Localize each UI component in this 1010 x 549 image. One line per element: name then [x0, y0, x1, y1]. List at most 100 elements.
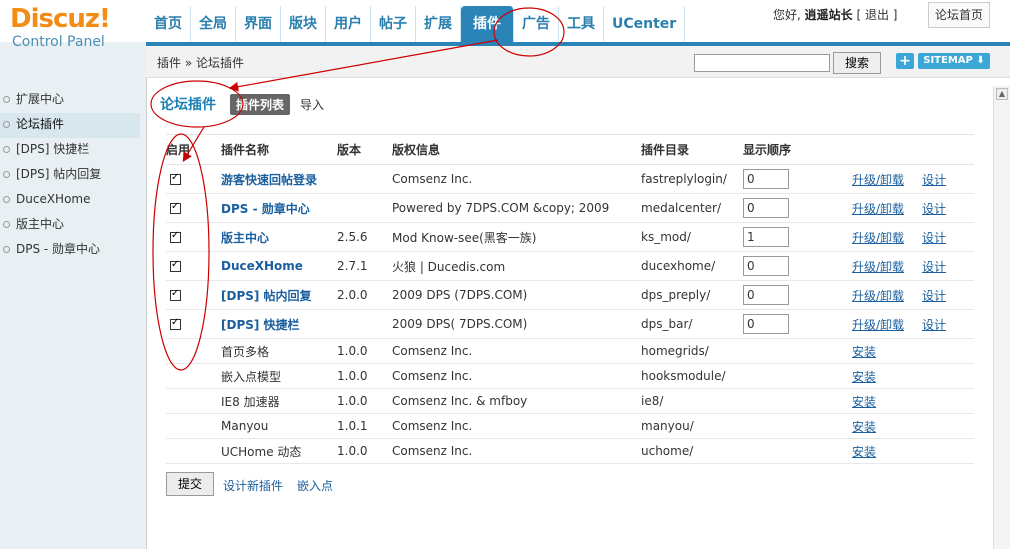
upgrade-uninstall-link[interactable]: 升级/卸载	[852, 231, 904, 245]
plugin-version	[337, 164, 392, 194]
plugin-version: 1.0.0	[337, 338, 392, 364]
upgrade-uninstall-link[interactable]: 升级/卸载	[852, 318, 904, 332]
plugin-name: IE8 加速器	[221, 388, 337, 414]
enable-checkbox[interactable]	[170, 259, 181, 272]
display-order-input[interactable]: 0	[743, 314, 789, 334]
search-button[interactable]: 搜索	[833, 52, 881, 74]
upgrade-uninstall-link[interactable]: 升级/卸载	[852, 173, 904, 187]
enable-checkbox[interactable]	[170, 288, 181, 301]
enable-checkbox[interactable]	[170, 317, 181, 330]
breadcrumb: 插件 » 论坛插件	[157, 56, 244, 70]
sidebar-item[interactable]: 论坛插件	[0, 113, 140, 138]
tab-import[interactable]: 导入	[300, 96, 324, 113]
nav-tab[interactable]: 版块	[281, 6, 326, 42]
scroll-up-icon[interactable]: ▲	[996, 88, 1008, 100]
action-cell: 安装	[852, 413, 922, 439]
tab-plugin-list[interactable]: 插件列表	[230, 93, 291, 115]
action-cell: 升级/卸载	[852, 164, 922, 194]
table-row: [DPS] 帖内回复2.0.02009 DPS (7DPS.COM)dps_pr…	[166, 280, 974, 310]
design-link[interactable]: 设计	[922, 318, 946, 332]
embed-point-link[interactable]: 嵌入点	[297, 477, 333, 494]
design-new-plugin-link[interactable]: 设计新插件	[223, 477, 283, 494]
logout-link[interactable]: [ 退出 ]	[857, 8, 898, 22]
enable-cell	[166, 222, 221, 252]
add-shortcut-button[interactable]: +	[896, 53, 914, 69]
sidebar-item[interactable]: DuceXHome	[0, 188, 140, 213]
enable-cell	[166, 251, 221, 281]
table-row: 版主中心2.5.6Mod Know-see(黑客一族)ks_mod/1 升级/卸载…	[166, 222, 974, 252]
sidebar: 扩展中心 论坛插件 [DPS] 快捷栏 [DPS] 帖内回复 DuceXHome 版主中心…	[0, 88, 140, 263]
design-link[interactable]: 设计	[922, 231, 946, 245]
logo[interactable]: Discuz! Control Panel	[10, 4, 140, 60]
search-input[interactable]	[694, 54, 830, 72]
plugin-copyright: Mod Know-see(黑客一族)	[392, 222, 641, 252]
plugin-name[interactable]: 游客快速回帖登录	[221, 164, 337, 194]
control-panel: Discuz! Control Panel 首页 全局 界面 版块 用户 帖子 扩展 插件 广告…	[0, 0, 1010, 549]
plugin-version: 1.0.0	[337, 438, 392, 464]
action-cell: 升级/卸载	[852, 309, 922, 339]
install-link[interactable]: 安装	[852, 395, 876, 409]
nav-tab[interactable]: 界面	[236, 6, 281, 42]
plugin-name[interactable]: [DPS] 快捷栏	[221, 309, 337, 339]
plugin-version: 2.0.0	[337, 280, 392, 310]
install-link[interactable]: 安装	[852, 345, 876, 359]
install-link[interactable]: 安装	[852, 445, 876, 459]
col-dir: 插件目录	[641, 134, 743, 165]
sidebar-item[interactable]: DPS - 勋章中心	[0, 238, 140, 263]
display-order-input[interactable]: 0	[743, 198, 789, 218]
plugin-version: 2.5.6	[337, 222, 392, 252]
enable-checkbox[interactable]	[170, 172, 181, 185]
nav-tab[interactable]: 广告	[514, 6, 559, 42]
sidebar-item[interactable]: [DPS] 快捷栏	[0, 138, 140, 163]
nav-tab[interactable]: UCenter	[604, 6, 686, 42]
plugin-dir: ducexhome/	[641, 251, 743, 281]
upgrade-uninstall-link[interactable]: 升级/卸载	[852, 289, 904, 303]
order-cell: 0	[743, 309, 852, 339]
sitemap-button[interactable]: SITEMAP ⬇	[918, 53, 990, 69]
upgrade-uninstall-link[interactable]: 升级/卸载	[852, 260, 904, 274]
display-order-input[interactable]: 0	[743, 169, 789, 189]
design-link[interactable]: 设计	[922, 202, 946, 216]
plugin-version: 1.0.1	[337, 413, 392, 439]
main-nav: 首页 全局 界面 版块 用户 帖子 扩展 插件 广告 工具 UCenter	[146, 6, 686, 42]
forum-home-button[interactable]: 论坛首页	[928, 2, 990, 28]
scrollbar[interactable]	[993, 86, 1010, 549]
plugin-copyright: Comsenz Inc.	[392, 438, 641, 464]
plugin-dir: manyou/	[641, 413, 743, 439]
plugin-name[interactable]: 版主中心	[221, 222, 337, 252]
table-row: DPS - 勋章中心 Powered by 7DPS.COM &copy; 200…	[166, 193, 974, 223]
sidebar-item[interactable]: 扩展中心	[0, 88, 140, 113]
enable-checkbox[interactable]	[170, 230, 181, 243]
sidebar-item[interactable]: 版主中心	[0, 213, 140, 238]
display-order-input[interactable]: 1	[743, 227, 789, 247]
install-link[interactable]: 安装	[852, 420, 876, 434]
user-info: 您好, 逍遥站长 [ 退出 ]	[773, 6, 898, 23]
col-name: 插件名称	[221, 134, 337, 165]
plugin-dir: ks_mod/	[641, 222, 743, 252]
install-link[interactable]: 安装	[852, 370, 876, 384]
table-row: 游客快速回帖登录 Comsenz Inc.fastreplylogin/0 升级/卸…	[166, 164, 974, 194]
plugin-name[interactable]: DuceXHome	[221, 251, 337, 281]
col-order: 显示顺序	[743, 134, 852, 165]
logo-text: Discuz!	[10, 4, 111, 34]
nav-tab[interactable]: 全局	[191, 6, 236, 42]
upgrade-uninstall-link[interactable]: 升级/卸载	[852, 202, 904, 216]
nav-tab[interactable]: 首页	[146, 6, 191, 42]
nav-tab[interactable]: 插件	[461, 6, 514, 42]
nav-tab[interactable]: 用户	[326, 6, 371, 42]
plugin-name[interactable]: DPS - 勋章中心	[221, 193, 337, 223]
design-link[interactable]: 设计	[922, 289, 946, 303]
design-cell	[922, 413, 974, 439]
nav-tab[interactable]: 帖子	[371, 6, 416, 42]
design-link[interactable]: 设计	[922, 260, 946, 274]
display-order-input[interactable]: 0	[743, 256, 789, 276]
nav-tab[interactable]: 扩展	[416, 6, 461, 42]
sidebar-item[interactable]: [DPS] 帖内回复	[0, 163, 140, 188]
table-body: 游客快速回帖登录Comsenz Inc.fastreplylogin/0升级/卸…	[166, 164, 974, 464]
enable-checkbox[interactable]	[170, 201, 181, 214]
nav-tab[interactable]: 工具	[559, 6, 604, 42]
submit-button[interactable]: 提交	[166, 472, 214, 496]
design-link[interactable]: 设计	[922, 173, 946, 187]
plugin-name[interactable]: [DPS] 帖内回复	[221, 280, 337, 310]
display-order-input[interactable]: 0	[743, 285, 789, 305]
